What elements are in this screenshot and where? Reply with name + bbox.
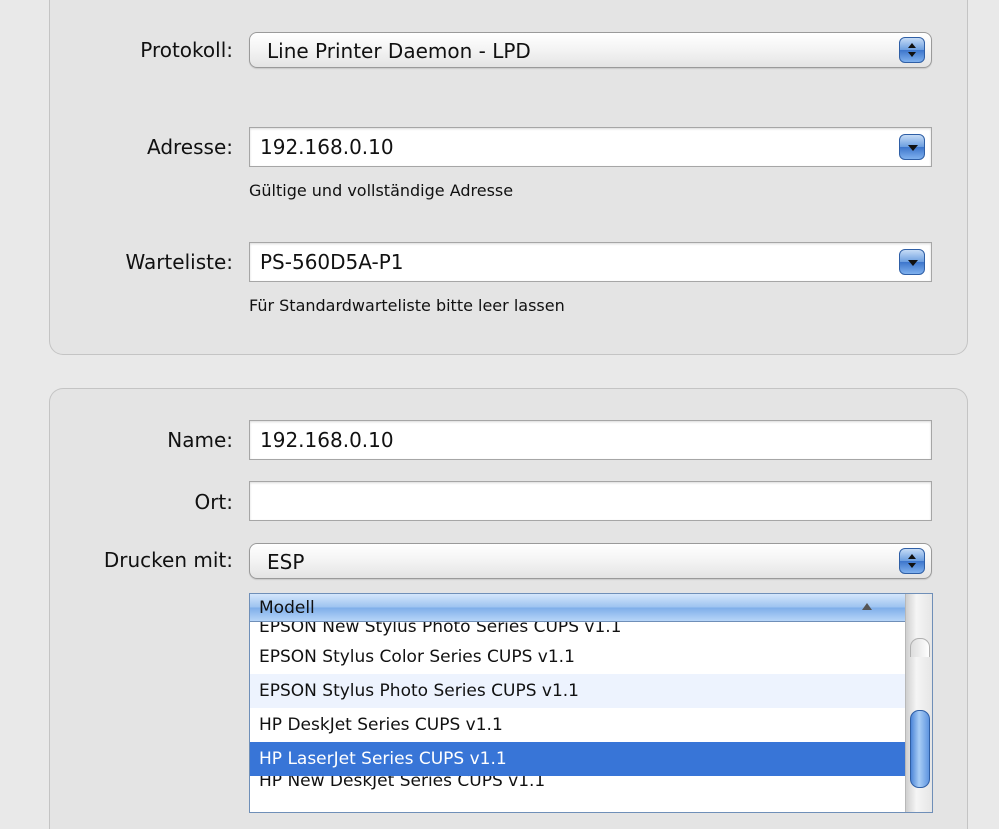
up-down-arrows-icon — [899, 548, 925, 574]
name-field[interactable] — [249, 420, 932, 460]
model-list-item-label: HP New DeskJet Series CUPS v1.1 — [259, 776, 546, 791]
model-list-item[interactable]: HP DeskJet Series CUPS v1.1 — [250, 708, 906, 742]
name-input[interactable] — [250, 421, 931, 459]
protocol-popup[interactable]: Line Printer Daemon - LPD — [249, 32, 932, 68]
model-list-item[interactable]: HP LaserJet Series CUPS v1.1 — [250, 742, 906, 776]
print-with-popup[interactable]: ESP — [249, 543, 932, 579]
up-down-arrows-icon — [899, 37, 925, 63]
sort-ascending-icon — [862, 603, 872, 610]
model-list-item-label: HP LaserJet Series CUPS v1.1 — [259, 749, 507, 769]
chevron-down-icon[interactable] — [899, 134, 925, 160]
location-input[interactable] — [250, 482, 931, 520]
location-label: Ort: — [194, 490, 233, 514]
name-label: Name: — [167, 428, 233, 452]
address-hint: Gültige und vollständige Adresse — [249, 181, 514, 200]
queue-label: Warteliste: — [125, 250, 233, 274]
model-list-item-label: EPSON New Stylus Photo Series CUPS v1.1 — [259, 622, 622, 637]
location-field[interactable] — [249, 481, 932, 521]
chevron-down-icon[interactable] — [899, 249, 925, 275]
print-with-label: Drucken mit: — [103, 548, 233, 572]
model-list-item-label: EPSON Stylus Color Series CUPS v1.1 — [259, 647, 575, 667]
model-list[interactable]: Modell EPSON New Stylus Photo Series CUP… — [249, 593, 933, 813]
address-label: Adresse: — [147, 135, 233, 159]
queue-combo[interactable] — [249, 242, 932, 282]
scrollbar-thumb[interactable] — [910, 710, 930, 788]
list-scrollbar[interactable] — [905, 594, 932, 812]
model-list-item[interactable]: EPSON Stylus Color Series CUPS v1.1 — [250, 640, 906, 674]
model-list-item[interactable]: EPSON Stylus Photo Series CUPS v1.1 — [250, 674, 906, 708]
print-with-value: ESP — [267, 550, 305, 574]
model-list-item-label: EPSON Stylus Photo Series CUPS v1.1 — [259, 681, 579, 701]
queue-hint: Für Standardwarteliste bitte leer lassen — [249, 296, 565, 315]
address-input[interactable] — [250, 128, 890, 166]
model-column-header[interactable]: Modell — [250, 594, 906, 622]
model-rows: EPSON New Stylus Photo Series CUPS v1.1 E… — [250, 622, 906, 794]
scrollbar-track-cap — [910, 638, 930, 657]
queue-input[interactable] — [250, 243, 890, 281]
model-header-label: Modell — [259, 598, 315, 618]
model-list-item-label: HP DeskJet Series CUPS v1.1 — [259, 715, 503, 735]
model-list-item[interactable]: HP New DeskJet Series CUPS v1.1 — [250, 776, 906, 794]
protocol-value: Line Printer Daemon - LPD — [267, 39, 531, 63]
model-list-item[interactable]: EPSON New Stylus Photo Series CUPS v1.1 — [250, 622, 906, 640]
address-combo[interactable] — [249, 127, 932, 167]
protocol-label: Protokoll: — [140, 38, 233, 62]
